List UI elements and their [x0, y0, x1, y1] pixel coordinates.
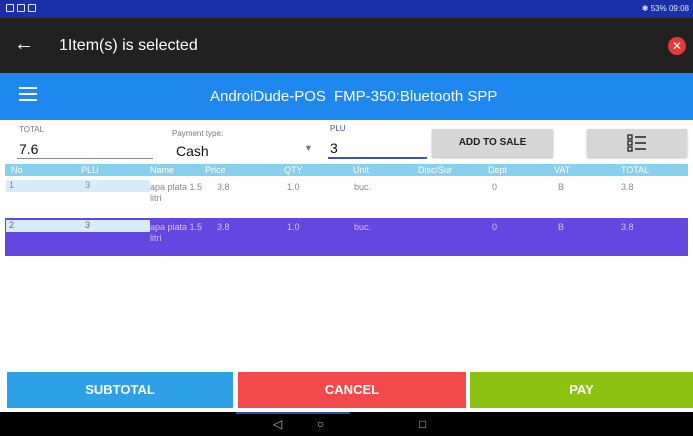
- dropdown-arrow-icon[interactable]: ▼: [304, 143, 313, 153]
- row-dept: 0: [492, 222, 498, 232]
- col-plu: PLU: [81, 165, 99, 175]
- row-no: 2: [9, 220, 15, 230]
- row-unit: buc.: [354, 222, 372, 232]
- printer-device: FMP-350:Bluetooth SPP: [334, 88, 498, 105]
- col-name: Name: [150, 165, 175, 175]
- row-no: 1: [9, 180, 15, 190]
- back-arrow-icon[interactable]: ←: [14, 33, 34, 55]
- col-unit: Unit: [353, 165, 370, 175]
- plu-underline: [328, 157, 427, 159]
- status-right: ✱ 53% 09:08: [642, 4, 689, 13]
- row-no-cell: 1: [6, 180, 80, 192]
- selection-title: 1Item(s) is selected: [59, 37, 198, 54]
- close-icon[interactable]: ✕: [668, 37, 686, 55]
- row-total: 3.8: [621, 222, 634, 232]
- row-unit: buc.: [354, 182, 372, 192]
- table-row-selected[interactable]: 2 3 apa plata 1.5 litri 3.8 1.0 buc. 0 B…: [5, 218, 688, 256]
- cancel-button[interactable]: CANCEL: [238, 372, 466, 408]
- nav-indicator: [236, 412, 350, 414]
- payment-type-label: Payment type:: [172, 129, 224, 138]
- col-disc: Disc/Sur: [418, 165, 453, 175]
- notification-icons: [6, 4, 36, 12]
- row-plu: 3: [85, 220, 91, 230]
- nav-back-icon[interactable]: ◁: [273, 417, 282, 431]
- col-vat: VAT: [554, 165, 571, 175]
- table-header: No PLU Name Price QTY Unit Disc/Sur Dept…: [5, 164, 688, 176]
- list-icon: [627, 134, 646, 152]
- row-vat: B: [558, 182, 565, 192]
- row-name-line2: litri: [150, 233, 162, 243]
- total-value: 7.6: [19, 141, 39, 157]
- row-name-line1: apa plata 1.5: [150, 182, 203, 192]
- screen: ✱ 53% 09:08 ← 1Item(s) is selected ✕ And…: [0, 0, 693, 436]
- add-to-sale-button[interactable]: ADD TO SALE: [432, 129, 553, 157]
- payment-type-select[interactable]: Cash: [176, 143, 209, 159]
- col-qty: QTY: [284, 165, 303, 175]
- row-plu: 3: [85, 180, 91, 190]
- hamburger-menu-icon[interactable]: [19, 87, 37, 101]
- row-dept: 0: [492, 182, 498, 192]
- row-plu-cell: 3: [80, 220, 150, 232]
- row-vat: B: [558, 222, 565, 232]
- action-bar: ← 1Item(s) is selected ✕: [0, 18, 693, 73]
- total-label: TOTAL: [19, 125, 45, 134]
- row-name-line2: litri: [150, 193, 162, 203]
- plu-input[interactable]: 3: [330, 140, 338, 156]
- clock: 09:08: [668, 4, 689, 13]
- list-view-button[interactable]: [587, 129, 687, 157]
- row-total: 3.8: [621, 182, 634, 192]
- row-name-line1: apa plata 1.5: [150, 222, 203, 232]
- col-price: Price: [205, 165, 226, 175]
- pay-button[interactable]: PAY: [470, 372, 693, 408]
- row-no-cell: 2: [6, 220, 80, 232]
- row-plu-cell: 3: [80, 180, 150, 192]
- col-dept: Dept: [488, 165, 508, 175]
- bottom-action-bar: SUBTOTAL CANCEL PAY: [0, 372, 693, 408]
- nav-recents-icon[interactable]: □: [419, 417, 426, 431]
- table-row[interactable]: 1 3 apa plata 1.5 litri 3.8 1.0 buc. 0 B…: [5, 178, 688, 216]
- battery-text: 53%: [650, 4, 667, 13]
- col-no: No: [11, 165, 23, 175]
- status-bar: ✱ 53% 09:08: [0, 0, 693, 18]
- row-price: 3.8: [217, 222, 230, 232]
- row-qty: 1.0: [287, 182, 300, 192]
- app-title: AndroiDude-POS: [210, 88, 326, 105]
- row-qty: 1.0: [287, 222, 300, 232]
- row-price: 3.8: [217, 182, 230, 192]
- total-underline: [17, 158, 153, 159]
- bluetooth-icon: ✱: [641, 4, 649, 13]
- nav-home-icon[interactable]: ○: [317, 417, 324, 431]
- app-toolbar: AndroiDude-POS FMP-350:Bluetooth SPP: [0, 73, 693, 120]
- system-nav-bar: ◁ ○ □: [0, 412, 693, 436]
- col-total: TOTAL: [621, 165, 650, 175]
- subtotal-button[interactable]: SUBTOTAL: [7, 372, 233, 408]
- plu-label: PLU: [330, 124, 346, 133]
